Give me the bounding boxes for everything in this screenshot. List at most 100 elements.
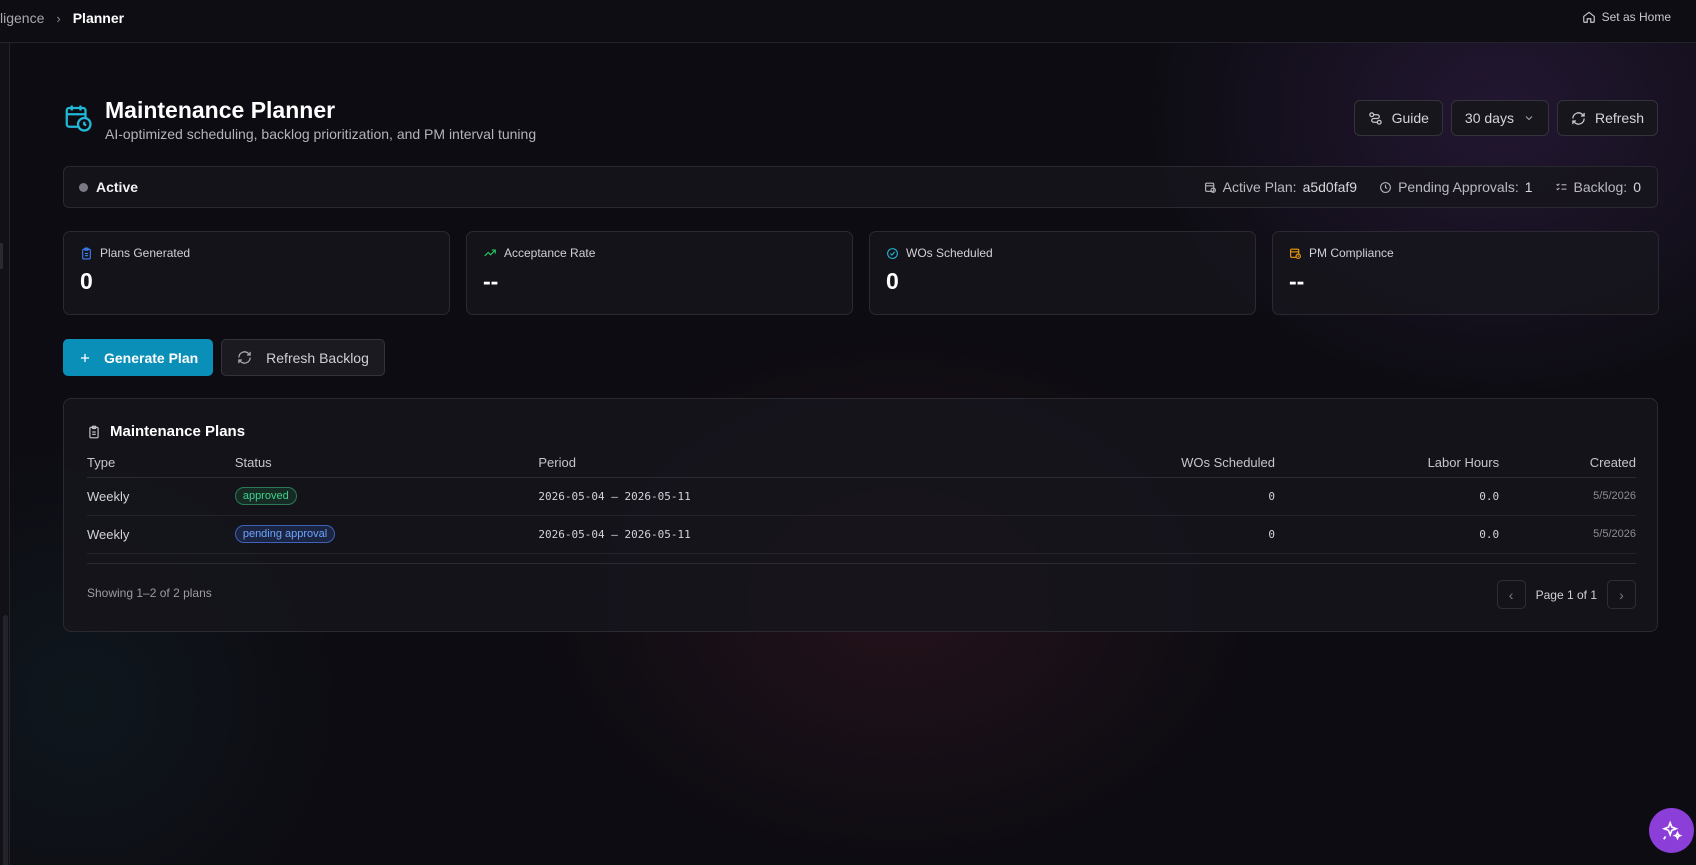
card-wos-scheduled: WOs Scheduled 0 [869, 231, 1256, 315]
cell-hours: 0.0 [1275, 515, 1500, 554]
card-value: 0 [886, 268, 899, 294]
set-as-home-label: Set as Home [1601, 10, 1671, 24]
clock-icon [1380, 181, 1391, 193]
chevron-down-icon [1525, 116, 1533, 121]
column-header-type[interactable]: Type [87, 449, 235, 478]
column-header-wos-scheduled[interactable]: WOs Scheduled [849, 449, 1276, 478]
status-dot [79, 182, 88, 192]
refresh-icon [238, 351, 251, 364]
range-select[interactable]: 30 days [1450, 100, 1549, 136]
active-plan: Active Plan: a5d0faf9 [1204, 179, 1357, 195]
backlog: Backlog: 0 [1555, 179, 1641, 195]
sparkles-icon [1661, 819, 1682, 840]
panel-title-text: Maintenance Plans [110, 423, 246, 440]
card-label: Plans Generated [100, 246, 191, 260]
calendar-clock-icon [65, 105, 92, 132]
cell-created: 5/5/2026 [1499, 477, 1636, 516]
stat-cards: Plans Generated 0 Acceptance Rate -- WOs… [63, 231, 1659, 315]
refresh-label: Refresh [1594, 110, 1644, 126]
status-text: Active [96, 179, 139, 195]
table-row[interactable]: Weekly pending approval 2026-05-04 — 202… [87, 515, 1636, 554]
active-plan-value: a5d0faf9 [1302, 179, 1358, 195]
list-checks-icon [1555, 182, 1566, 190]
home-icon [1582, 11, 1595, 23]
cell-wos: 0 [849, 477, 1276, 516]
backlog-label: Backlog: [1573, 179, 1628, 195]
chevron-right-icon: › [1619, 586, 1624, 603]
breadcrumb-parent[interactable]: ligence [0, 10, 44, 26]
pagination: ‹ Page 1 of 1 › [1496, 580, 1636, 609]
card-label: WOs Scheduled [906, 246, 993, 260]
page-subtitle: AI-optimized scheduling, backlog priorit… [105, 126, 537, 142]
calendar-clock-icon [1290, 248, 1301, 259]
cell-hours: 0.0 [1275, 477, 1500, 516]
plus-icon [80, 353, 90, 362]
breadcrumb: ligence › Planner [0, 10, 124, 26]
card-plans-generated: Plans Generated 0 [63, 231, 450, 315]
clipboard-icon [89, 425, 99, 438]
card-pm-compliance: PM Compliance -- [1272, 231, 1659, 315]
pending-approvals-label: Pending Approvals: [1398, 179, 1519, 195]
sidebar-rail [0, 43, 10, 865]
status-bar: Active Active Plan: a5d0faf9 Pending App… [63, 166, 1658, 208]
column-header-status[interactable]: Status [234, 449, 539, 478]
next-page-button[interactable]: › [1607, 580, 1636, 609]
card-acceptance-rate: Acceptance Rate -- [466, 231, 853, 315]
top-bar: ligence › Planner Set as Home [0, 0, 1696, 43]
table-footer: Showing 1–2 of 2 plans ‹ Page 1 of 1 › [87, 563, 1636, 623]
guide-button[interactable]: Guide [1353, 100, 1443, 136]
status-badge: pending approval [234, 525, 336, 543]
clipboard-icon [82, 247, 91, 259]
trending-up-icon [484, 249, 496, 257]
table-header-row: Type Status Period WOs Scheduled Labor H… [87, 449, 1636, 478]
guide-label: Guide [1391, 110, 1429, 126]
showing-count: Showing 1–2 of 2 plans [87, 586, 212, 600]
refresh-backlog-button[interactable]: Refresh Backlog [221, 339, 385, 376]
column-header-labor-hours[interactable]: Labor Hours [1275, 449, 1500, 478]
set-as-home-button[interactable]: Set as Home [1582, 10, 1671, 24]
cell-period: 2026-05-04 — 2026-05-11 [538, 515, 850, 554]
status-indicator: Active [79, 179, 138, 195]
card-value: -- [1289, 268, 1305, 294]
refresh-button[interactable]: Refresh [1556, 100, 1658, 136]
card-value: -- [483, 268, 499, 294]
column-header-created[interactable]: Created [1499, 449, 1636, 478]
status-badge: approved [234, 487, 297, 505]
status-meta: Active Plan: a5d0faf9 Pending Approvals:… [1204, 179, 1641, 195]
cell-type: Weekly [87, 477, 235, 516]
range-value: 30 days [1464, 110, 1514, 126]
backlog-value: 0 [1633, 179, 1641, 195]
generate-plan-button[interactable]: Generate Plan [63, 339, 214, 376]
cell-type: Weekly [87, 515, 235, 554]
breadcrumb-current: Planner [72, 10, 125, 26]
page-indicator: Page 1 of 1 [1535, 587, 1597, 602]
card-label: Acceptance Rate [504, 246, 596, 260]
panel-title: Maintenance Plans [87, 423, 245, 440]
chevron-left-icon: ‹ [1508, 586, 1514, 603]
generate-plan-label: Generate Plan [104, 349, 199, 366]
cell-wos: 0 [849, 515, 1276, 554]
table-row[interactable]: Weekly approved 2026-05-04 — 2026-05-11 … [87, 477, 1636, 516]
sidebar-handle[interactable] [0, 243, 3, 269]
maintenance-plans-panel: Maintenance Plans Type Status Period WOs… [63, 398, 1658, 632]
cell-period: 2026-05-04 — 2026-05-11 [538, 477, 850, 516]
card-label: PM Compliance [1309, 246, 1394, 260]
ai-assistant-button[interactable] [1649, 808, 1694, 853]
sidebar-scrollbar[interactable] [3, 615, 8, 865]
refresh-backlog-label: Refresh Backlog [266, 349, 369, 366]
prev-page-button[interactable]: ‹ [1496, 580, 1526, 609]
pending-approvals: Pending Approvals: 1 [1379, 179, 1533, 195]
cell-created: 5/5/2026 [1499, 515, 1636, 554]
refresh-icon [1572, 111, 1585, 125]
calendar-clock-icon [1204, 182, 1216, 193]
cell-status: approved [234, 477, 539, 516]
check-circle-icon [887, 247, 898, 259]
route-icon [1368, 111, 1382, 125]
card-value: 0 [80, 268, 93, 294]
page-header: Maintenance Planner AI-optimized schedul… [63, 97, 536, 142]
plans-table: Type Status Period WOs Scheduled Labor H… [87, 449, 1636, 554]
action-bar: Generate Plan Refresh Backlog [63, 339, 385, 376]
active-plan-label: Active Plan: [1222, 179, 1297, 195]
column-header-period[interactable]: Period [538, 449, 850, 478]
cell-status: pending approval [234, 515, 539, 554]
